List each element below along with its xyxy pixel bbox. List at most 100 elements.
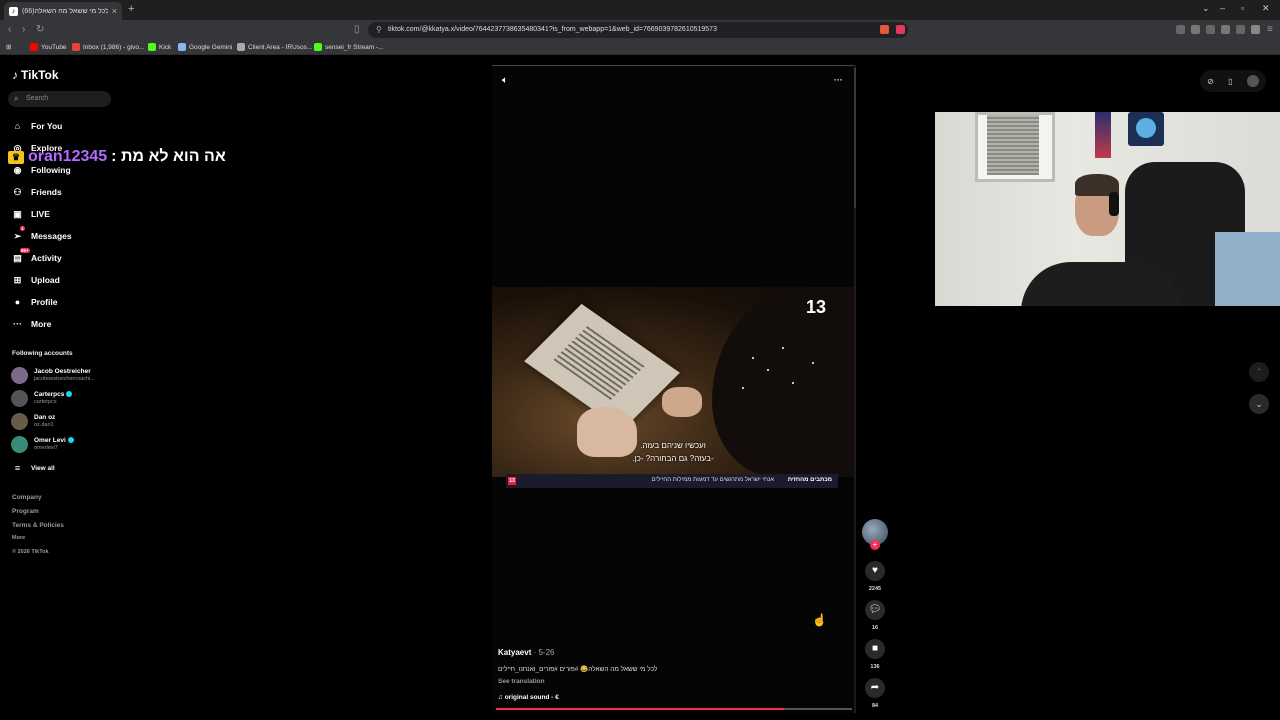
share-count: 84 — [871, 703, 879, 709]
media-icon[interactable] — [1191, 25, 1200, 34]
close-window-icon[interactable]: ✕ — [1262, 3, 1270, 14]
globe-icon — [237, 43, 245, 51]
bookmark-icon[interactable]: ▯ — [354, 24, 360, 35]
copyright: © 2026 TikTok — [12, 549, 49, 555]
search-input[interactable]: ⌕ Search — [8, 91, 111, 107]
footer-program[interactable]: Program — [12, 508, 39, 515]
save-button[interactable]: ■ 136 — [862, 639, 888, 670]
webcam-feed — [935, 112, 1280, 306]
avatar — [11, 412, 28, 430]
volume-icon[interactable]: 🔈︎ — [502, 75, 508, 86]
screen: ♪ לכל מי ששאל מה השאלה(66) ! × + ⌄ – ▫ ✕… — [0, 0, 1280, 720]
browser-tab-bar: ♪ לכל מי ששאל מה השאלה(66) ! × + ⌄ – ▫ ✕ — [0, 0, 1280, 20]
nav-more[interactable]: ··· More — [12, 317, 51, 331]
user-avatar-icon[interactable] — [1246, 75, 1259, 87]
bookmark-sensei-stream[interactable]: sensei_fr Stream -... — [314, 43, 384, 51]
footer-company[interactable]: Company — [12, 494, 42, 501]
tab-search-icon[interactable]: ⌄ — [1202, 3, 1210, 14]
nav-live[interactable]: ▣ LIVE — [12, 207, 50, 221]
close-tab-icon[interactable]: × — [112, 6, 117, 16]
sound-link[interactable]: ♫ original sound - € — [498, 694, 559, 701]
bookmark-client-area[interactable]: Client Area - IRUsos... — [237, 43, 312, 51]
tiktok-logo[interactable]: ♪ TikTok — [12, 68, 59, 82]
site-info-icon[interactable]: ⚲ — [376, 22, 382, 38]
back-icon[interactable]: ‹ — [8, 24, 11, 35]
reload-icon[interactable]: ↻ — [36, 24, 44, 35]
view-all-button[interactable]: ≡ View all — [12, 461, 55, 475]
url-text: tiktok.com/@kkatya.x/video/7644237738635… — [388, 26, 717, 33]
youtube-icon — [30, 43, 38, 51]
see-translation-link[interactable]: See translation — [498, 678, 545, 685]
save-count: 136 — [870, 664, 880, 670]
menu-icon[interactable]: ≡ — [1267, 24, 1273, 35]
gift-icon[interactable]: ⊘ — [1207, 77, 1214, 86]
gmail-icon — [72, 43, 80, 51]
kick-icon — [148, 43, 156, 51]
sparkle — [767, 369, 769, 371]
ticker-channel-logo: 13 — [508, 477, 516, 485]
more-options-icon[interactable]: ··· — [833, 72, 843, 86]
news-ticker: מכתבים מהחזית אנחי ישראל מתרגשים עד דמעו… — [506, 474, 838, 488]
nav-friends[interactable]: ⚇ Friends — [12, 185, 61, 199]
subtitle-line-2: -בעזה? גם הבחורה? -כן. — [632, 454, 714, 463]
chat-username: oran12345 — [28, 148, 108, 165]
nav-profile[interactable]: ● Profile — [12, 295, 58, 309]
minimize-icon[interactable]: – — [1220, 3, 1225, 13]
hand-cursor-icon: ☝ — [812, 613, 827, 627]
footer-more[interactable]: More — [12, 535, 25, 541]
nav-messages[interactable]: ➢ 1 Messages — [12, 225, 72, 243]
next-video-icon[interactable]: ⌄ — [1249, 394, 1269, 414]
video-author[interactable]: Katyaevt · 5-26 — [498, 648, 555, 657]
bookmark-gmail[interactable]: Inbox (1,986) - givo... — [72, 43, 144, 51]
nav-for-you[interactable]: ⌂ For You — [12, 119, 63, 133]
home-icon: ⌂ — [14, 121, 21, 131]
profile-avatar-icon[interactable] — [1251, 25, 1260, 34]
nav-upload[interactable]: ⊞ Upload — [12, 273, 60, 287]
account-dan-oz[interactable]: Dan oz oz.dan1 — [11, 412, 55, 430]
like-button[interactable]: ♥ 2245 — [862, 561, 888, 592]
new-tab-icon[interactable]: + — [128, 3, 134, 15]
gemini-icon — [178, 43, 186, 51]
wallet-icon[interactable] — [1221, 25, 1230, 34]
subtitle-line-1: ועכשיו שניהם בעזה. — [640, 441, 706, 450]
account-jacob[interactable]: Jacob Oestreicher jacoboestreichercoachi.… — [11, 366, 95, 384]
brave-rewards-icon[interactable] — [896, 25, 905, 34]
music-note-icon: ♫ — [498, 694, 505, 701]
account-omer-levi[interactable]: Omer Levi omerlevi7 — [11, 435, 74, 453]
list-icon: ≡ — [14, 463, 21, 473]
share-button[interactable]: ➦ 84 — [862, 678, 888, 709]
messages-icon: ➢ 1 — [13, 225, 25, 241]
bookmark-icon: ■ — [865, 639, 885, 659]
sidebar-icon[interactable] — [1206, 25, 1215, 34]
following-accounts-title: Following accounts — [12, 350, 73, 357]
bookmark-gemini[interactable]: Google Gemini — [178, 43, 232, 51]
bookmark-youtube[interactable]: YouTube — [30, 43, 67, 51]
video-progress-bar[interactable] — [496, 708, 852, 710]
nav-activity[interactable]: ▤ 99+ Activity — [12, 247, 62, 265]
verified-icon — [66, 390, 73, 397]
search-placeholder: Search — [26, 95, 49, 102]
apps-icon[interactable]: ⊞ — [6, 43, 11, 51]
brave-shields-icon[interactable] — [880, 25, 889, 34]
extension-icon[interactable] — [1176, 25, 1185, 34]
footer-terms[interactable]: Terms & Policies — [12, 522, 64, 529]
scrollbar-thumb[interactable] — [854, 68, 856, 208]
blind — [987, 115, 1039, 175]
sparkle — [782, 347, 784, 349]
forward-icon[interactable]: › — [22, 24, 25, 35]
device-icon[interactable]: ▯ — [1228, 77, 1232, 86]
account-carterpcs[interactable]: Carterpcs carterpcs — [11, 389, 73, 407]
bed — [1215, 232, 1280, 306]
comment-button[interactable]: 💬︎ 16 — [862, 600, 888, 631]
maximize-icon[interactable]: ▫ — [1241, 3, 1244, 13]
url-bar[interactable]: ⚲ tiktok.com/@kkatya.x/video/76442377386… — [368, 22, 908, 38]
previous-video-icon[interactable]: ⌃ — [1249, 362, 1269, 382]
top-right-tools: ⊘ ▯ — [1200, 70, 1266, 92]
follow-plus-icon[interactable]: + — [870, 540, 880, 550]
bookmark-kick[interactable]: Kick — [148, 43, 171, 51]
share-icon: ➦ — [865, 678, 885, 698]
like-count: 2245 — [868, 586, 882, 592]
puzzle-icon[interactable] — [1236, 25, 1245, 34]
browser-tab[interactable]: ♪ לכל מי ששאל מה השאלה(66) ! × — [4, 2, 122, 20]
crown-icon: ♛ — [8, 150, 24, 164]
